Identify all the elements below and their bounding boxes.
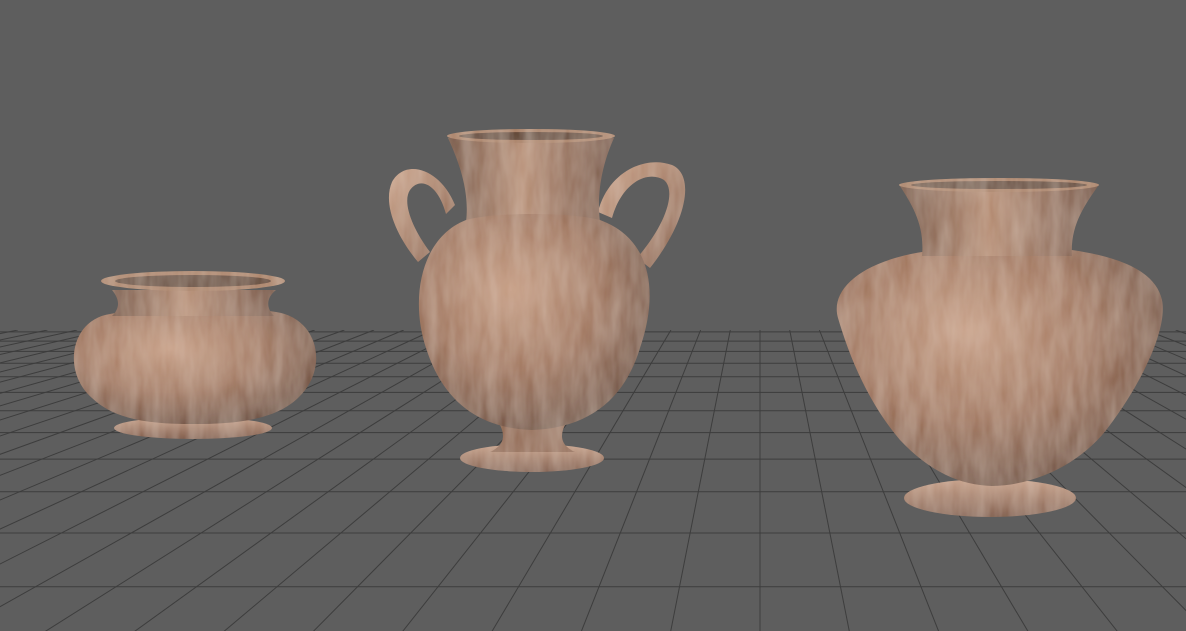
amphora-body <box>418 214 650 430</box>
pot-opening <box>115 275 271 287</box>
grid-line <box>0 329 48 341</box>
grid-line <box>670 329 731 631</box>
grid-line <box>789 329 850 631</box>
vase-body <box>836 245 1163 486</box>
amphora-neck <box>448 138 614 222</box>
3d-viewport[interactable] <box>0 0 1186 631</box>
amphora-opening <box>459 132 603 140</box>
pot-neck <box>112 290 276 316</box>
grid-line <box>0 329 18 335</box>
viewport-scene[interactable] <box>0 0 1186 631</box>
pot-body <box>73 307 317 424</box>
grid-line <box>1145 329 1186 347</box>
vase-opening <box>911 181 1087 189</box>
vase-neck <box>900 186 1098 256</box>
